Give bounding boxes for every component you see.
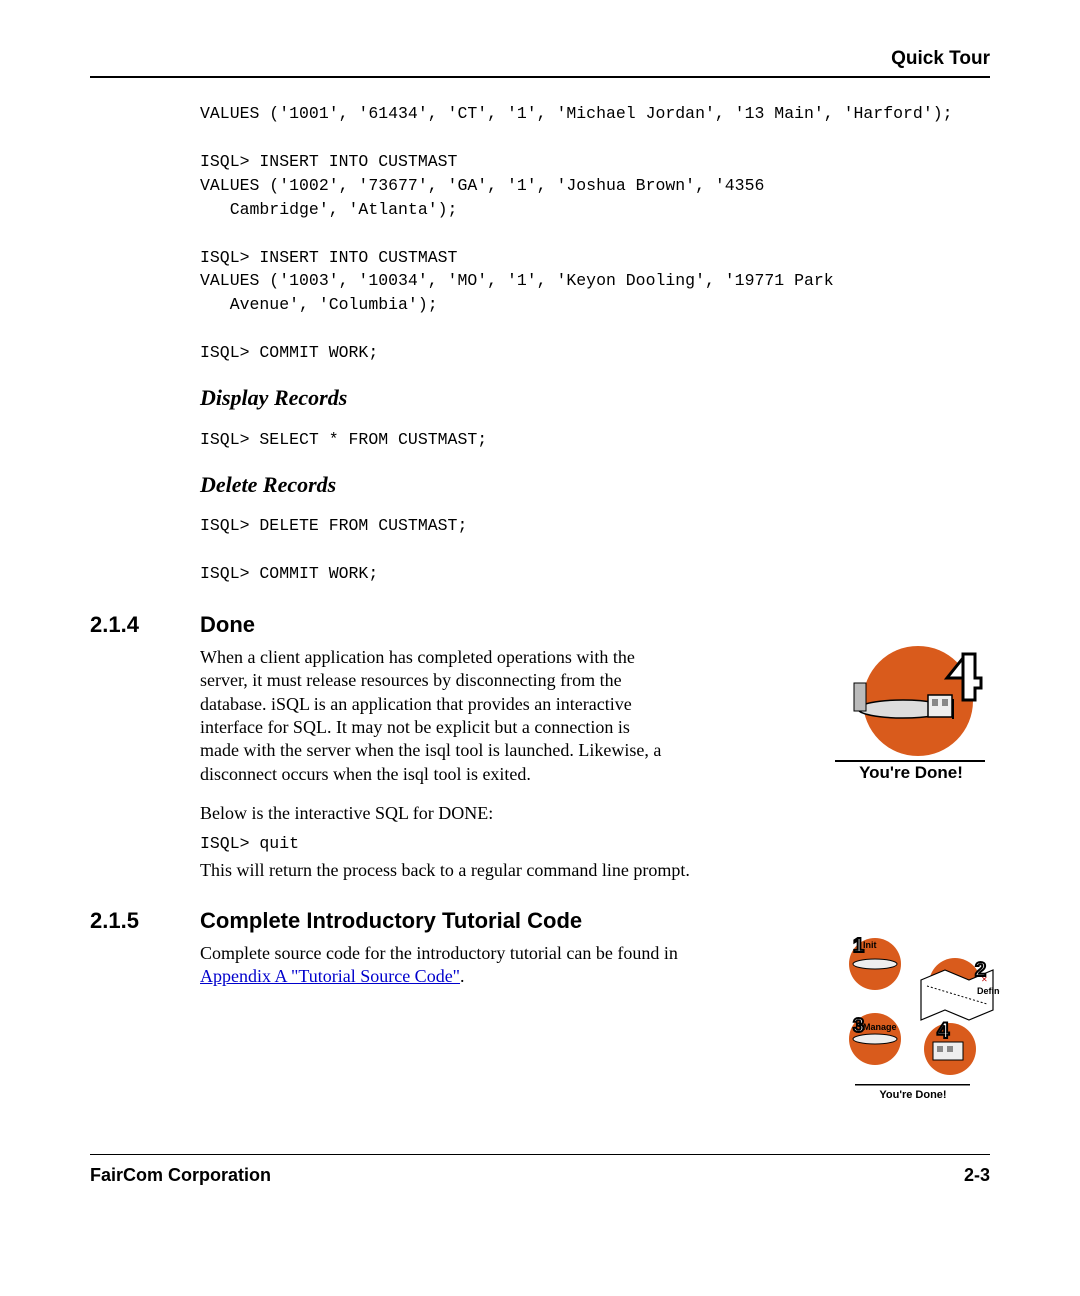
para-done-below: Below is the interactive SQL for DONE: <box>200 802 990 825</box>
svg-text:Init: Init <box>863 940 877 950</box>
svg-text:4: 4 <box>937 1018 950 1043</box>
para-done-after: This will return the process back to a r… <box>200 859 990 882</box>
section-number-tutorial: 2.1.5 <box>90 908 200 934</box>
svg-text:2: 2 <box>975 959 986 981</box>
section-title-done: Done <box>200 612 255 638</box>
section-title-tutorial: Complete Introductory Tutorial Code <box>200 908 582 934</box>
code-display: ISQL> SELECT * FROM CUSTMAST; <box>200 428 990 452</box>
para-done: When a client application has completed … <box>200 646 670 786</box>
svg-text:Manage: Manage <box>863 1022 897 1032</box>
header-title: Quick Tour <box>891 48 990 70</box>
footer-page-number: 2-3 <box>964 1165 990 1186</box>
page-footer: FairCom Corporation 2-3 <box>90 1154 990 1186</box>
heading-tutorial: 2.1.5 Complete Introductory Tutorial Cod… <box>90 908 990 934</box>
done-illustration: You're Done! <box>823 646 998 781</box>
section-number-done: 2.1.4 <box>90 612 200 638</box>
tutorial-illustration: ✕ 1 2 3 4 Init Define Man <box>825 934 1000 1104</box>
code-quit: ISQL> quit <box>200 834 990 853</box>
tutorial-text-before: Complete source code for the introductor… <box>200 943 678 963</box>
svg-text:You're Done!: You're Done! <box>879 1089 946 1101</box>
done-caption: You're Done! <box>859 763 963 781</box>
footer-company: FairCom Corporation <box>90 1165 271 1186</box>
page-header: Quick Tour <box>90 48 990 78</box>
tutorial-text-after: . <box>460 966 465 986</box>
subheading-delete-records: Delete Records <box>200 472 990 498</box>
svg-text:Define: Define <box>977 986 1000 996</box>
subheading-display-records: Display Records <box>200 385 990 411</box>
appendix-link[interactable]: Appendix A "Tutorial Source Code" <box>200 966 460 986</box>
heading-done: 2.1.4 Done <box>90 612 990 638</box>
para-tutorial: Complete source code for the introductor… <box>200 942 710 989</box>
code-delete: ISQL> DELETE FROM CUSTMAST; ISQL> COMMIT… <box>200 514 990 586</box>
code-insert-block: VALUES ('1001', '61434', 'CT', '1', 'Mic… <box>200 102 990 365</box>
